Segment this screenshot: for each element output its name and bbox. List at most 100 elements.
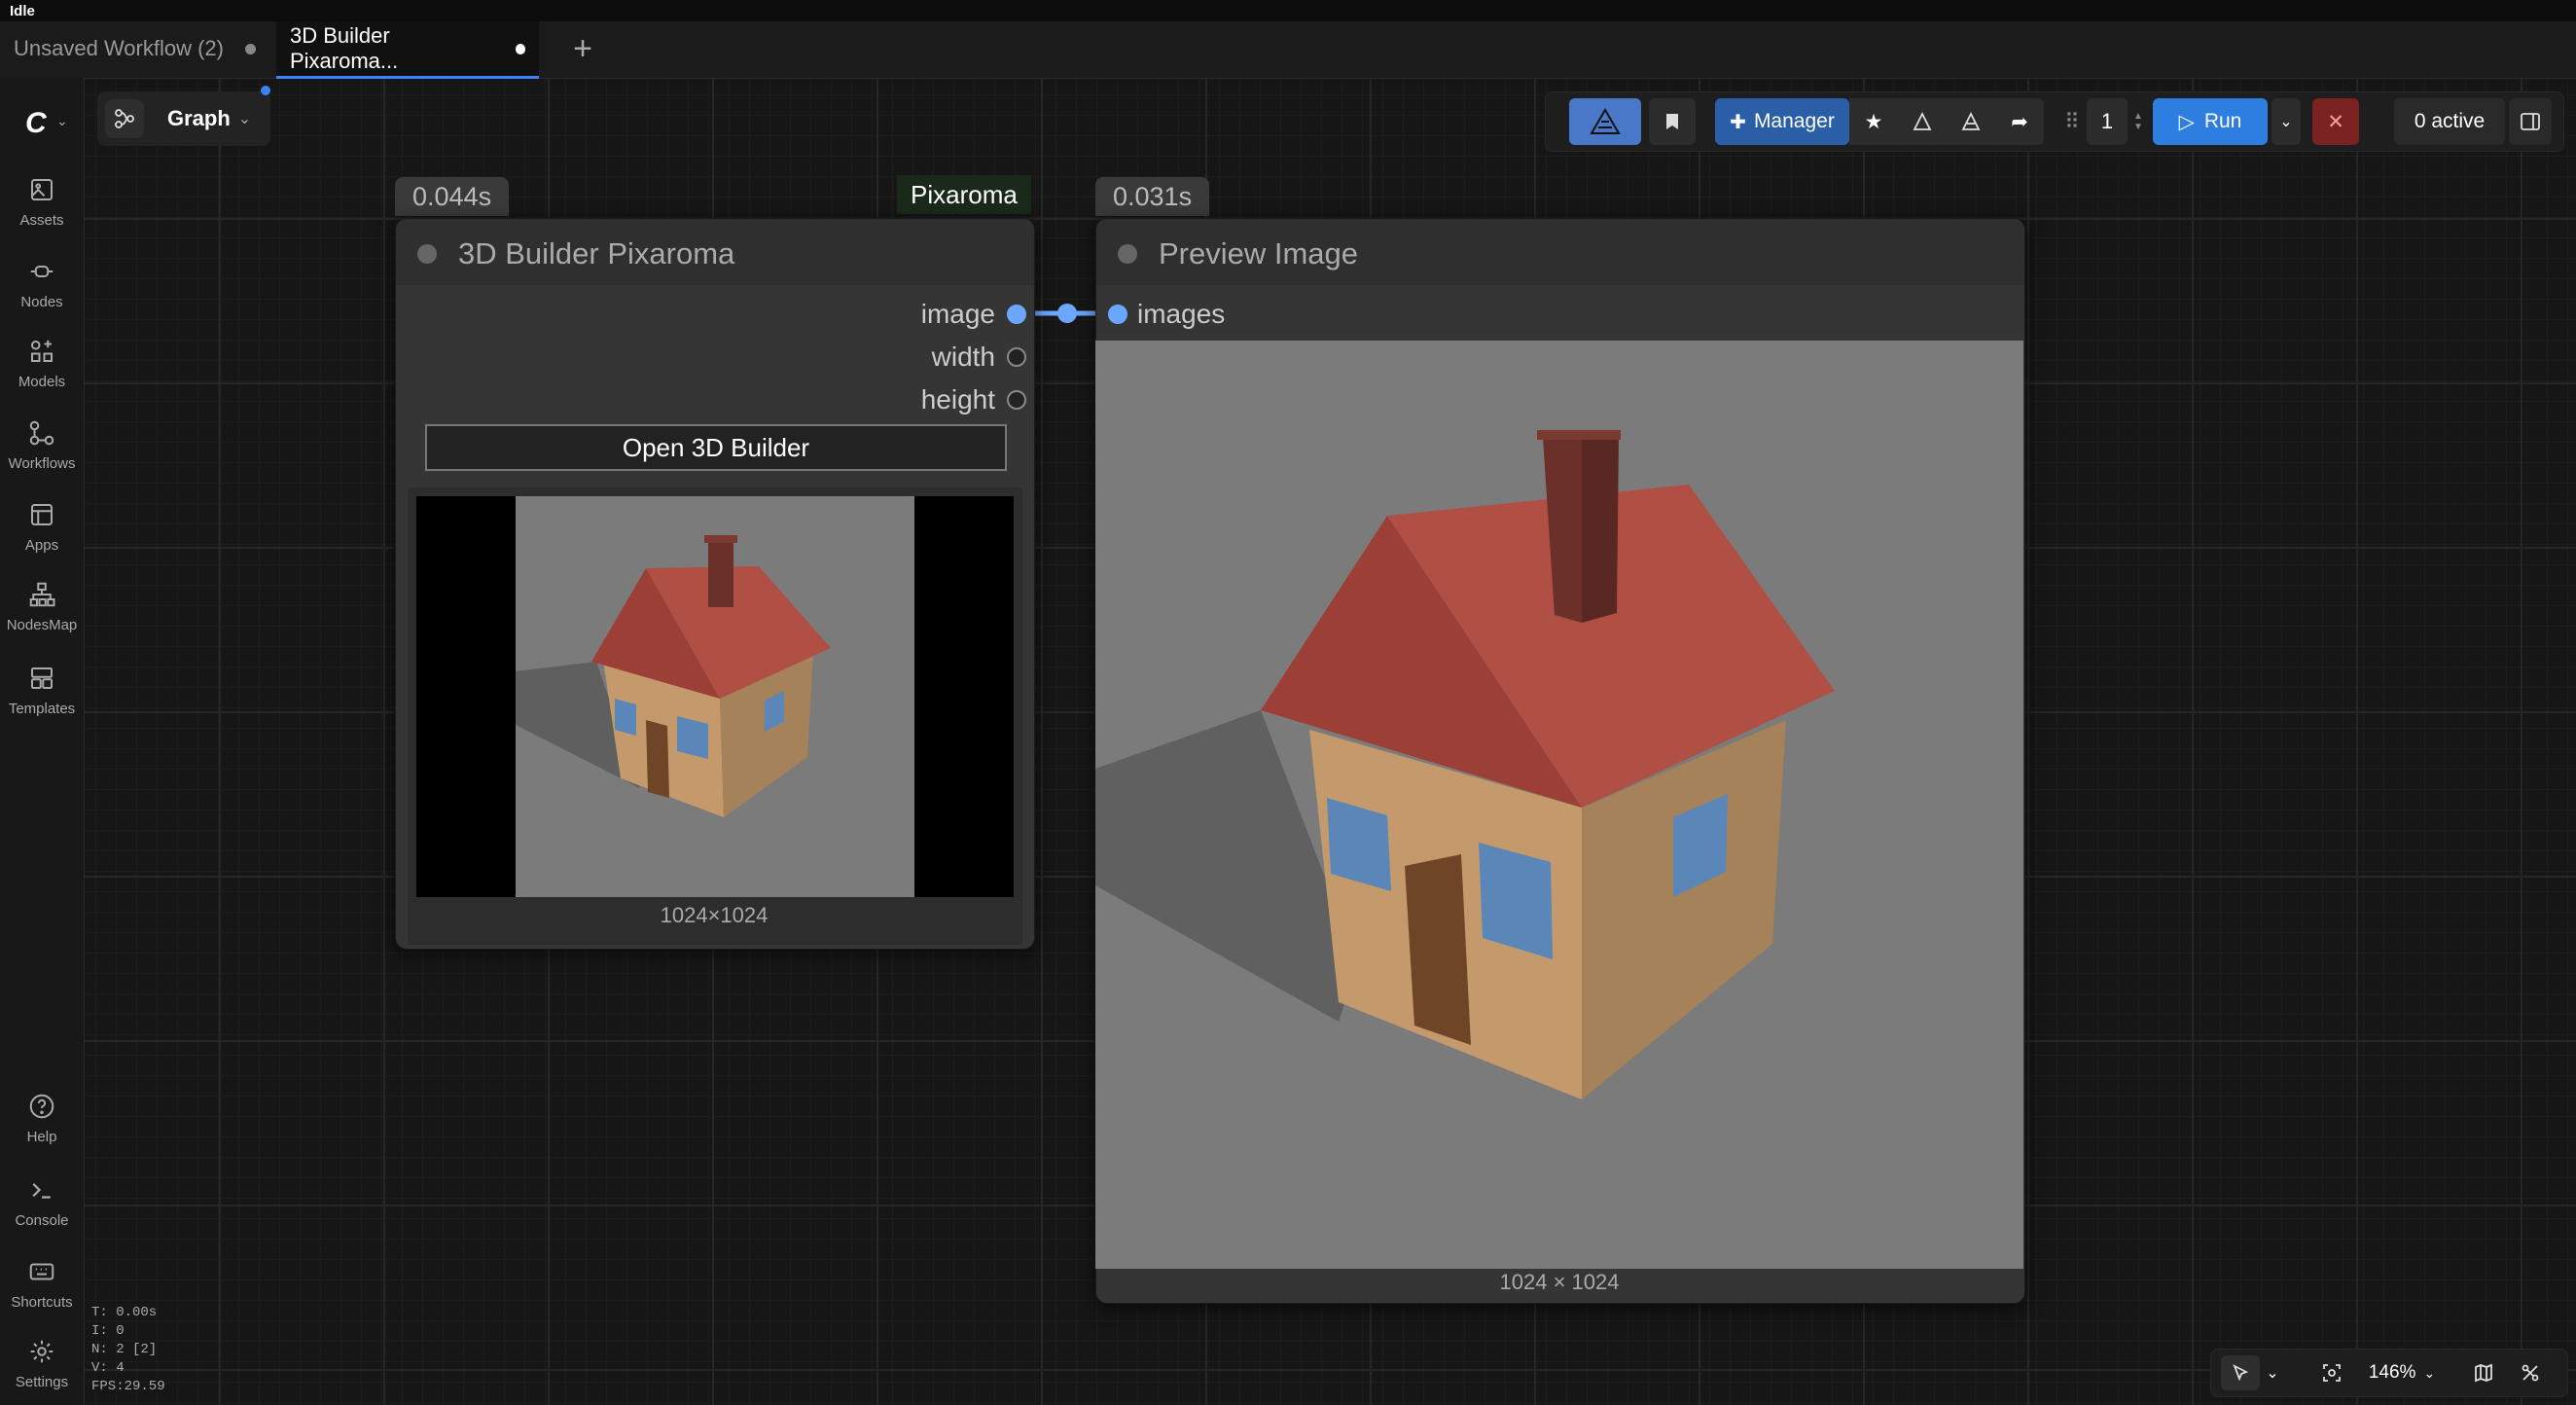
input-connector-images[interactable]	[1108, 305, 1127, 324]
sidebar: C ⌄ Assets Nodes Models Workflows Apps N…	[0, 78, 85, 1405]
group-label[interactable]: Pixaroma	[897, 175, 1031, 214]
sidebar-item-templates[interactable]: Templates	[0, 664, 84, 717]
fit-view-button[interactable]	[2314, 1355, 2349, 1390]
stat-i: I: 0	[91, 1323, 125, 1339]
favorites-button[interactable]: ★	[1849, 98, 1898, 145]
sidebar-item-assets[interactable]: Assets	[0, 175, 84, 229]
chevron-down-icon[interactable]: ▼	[2133, 122, 2143, 132]
sitemap-icon	[29, 582, 55, 607]
close-icon: ✕	[2327, 110, 2344, 133]
minimap-button[interactable]	[2466, 1355, 2501, 1390]
sidebar-item-models[interactable]: Models	[0, 337, 84, 390]
sidebar-item-label: Shortcuts	[11, 1294, 73, 1311]
run-label: Run	[2203, 110, 2242, 132]
select-tool-button[interactable]	[2221, 1355, 2260, 1390]
active-queue-label: 0 active	[2414, 110, 2486, 132]
status-bar: Idle	[0, 0, 2576, 21]
run-button[interactable]: ▷ Run	[2153, 98, 2268, 145]
sidebar-item-shortcuts[interactable]: Shortcuts	[0, 1257, 84, 1311]
batch-stepper[interactable]: ▲ ▼	[2129, 98, 2147, 145]
workflow-icon	[29, 420, 54, 446]
sidebar-item-nodes[interactable]: Nodes	[0, 257, 84, 310]
preview-image-size: 1024 × 1024	[1499, 1270, 1620, 1294]
chevron-down-icon: ⌄	[2279, 114, 2293, 130]
manager-button[interactable]: ✚ Manager	[1715, 98, 1849, 145]
sidebar-item-label: NodesMap	[6, 617, 78, 633]
bookmark-button[interactable]	[1649, 98, 1696, 145]
open-3d-builder-button[interactable]: Open 3D Builder	[425, 424, 1007, 471]
gear-icon	[30, 1340, 54, 1363]
tab-unsaved-workflow[interactable]: Unsaved Workflow (2)	[0, 21, 269, 76]
sidebar-item-workflows[interactable]: Workflows	[0, 418, 84, 472]
stat-v: V: 4	[91, 1360, 125, 1376]
sidebar-item-help[interactable]: Help	[0, 1092, 84, 1145]
pointer-icon	[2233, 1364, 2249, 1382]
new-tab-button[interactable]: +	[564, 31, 601, 68]
run-options-dropdown[interactable]: ⌄	[2272, 98, 2301, 145]
sidebar-item-label: Models	[18, 374, 66, 390]
collapse-dot-icon[interactable]	[1118, 244, 1137, 264]
render-stats: T: 0.00s I: 0 N: 2 [2] V: 4 FPS:29.59	[91, 1304, 165, 1396]
stat-time: T: 0.00s	[91, 1305, 158, 1320]
sidebar-item-apps[interactable]: Apps	[0, 500, 84, 554]
image-icon	[31, 179, 53, 200]
sidebar-item-label: Workflows	[8, 455, 76, 472]
chevron-down-icon: ⌄	[2266, 1365, 2279, 1382]
puzzle-icon: ✚	[1730, 111, 1746, 133]
sidebar-item-console[interactable]: Console	[0, 1175, 84, 1229]
unlink-icon	[2522, 1364, 2539, 1382]
collapse-dot-icon[interactable]	[417, 244, 437, 264]
node-title-bar[interactable]: Preview Image	[1096, 219, 2024, 285]
output-slot-width: width	[931, 342, 995, 372]
unsaved-dot-icon	[515, 43, 525, 54]
panel-right-icon	[2521, 113, 2540, 130]
layout-icon	[31, 504, 53, 525]
tool-dropdown[interactable]: ⌄	[2262, 1355, 2283, 1390]
play-icon: ▷	[2178, 110, 2195, 133]
pixaroma-logo-button[interactable]	[1569, 98, 1641, 145]
sidebar-item-label: Settings	[15, 1374, 69, 1390]
cancel-button[interactable]: ✕	[2312, 98, 2359, 145]
graph-menu-button[interactable]: Graph ⌄	[97, 91, 270, 146]
node-title-bar[interactable]: 3D Builder Pixaroma	[396, 219, 1034, 285]
unsaved-dot-icon	[245, 43, 256, 54]
output-slot-image: image	[920, 299, 995, 329]
drag-handle-icon[interactable]: ⠿	[2061, 98, 2083, 145]
sidebar-item-nodesmap[interactable]: NodesMap	[0, 580, 84, 633]
chevron-down-icon[interactable]: ⌄	[56, 113, 68, 129]
active-queue-button[interactable]: 0 active	[2394, 98, 2505, 145]
node-title: Preview Image	[1159, 236, 1359, 270]
star-icon: ★	[1864, 110, 1883, 133]
link-midpoint[interactable]	[1057, 304, 1077, 323]
chevron-up-icon[interactable]: ▲	[2133, 111, 2143, 122]
terminal-icon	[32, 1182, 51, 1199]
toggle-links-button[interactable]	[2513, 1355, 2548, 1390]
fit-view-icon	[2323, 1364, 2341, 1382]
workflow-tabbar: Unsaved Workflow (2) 3D Builder Pixaroma…	[0, 21, 2576, 79]
model-tool-button-1[interactable]	[1898, 98, 1947, 145]
builder-preview-image	[416, 496, 1014, 897]
model-tool-button-2[interactable]	[1947, 98, 1995, 145]
toggle-panel-button[interactable]	[2509, 98, 2552, 145]
sidebar-item-label: Console	[15, 1212, 69, 1229]
output-connector-width[interactable]	[1007, 347, 1026, 367]
chevron-down-icon: ⌄	[2423, 1364, 2436, 1381]
share-button[interactable]: ➦	[1995, 98, 2044, 145]
batch-count-input[interactable]: 1	[2087, 98, 2128, 145]
notification-dot	[261, 86, 270, 95]
chevron-down-icon: ⌄	[237, 111, 252, 127]
sidebar-item-label: Nodes	[20, 294, 63, 310]
comfy-logo-icon[interactable]: C	[25, 107, 47, 140]
output-slot-height: height	[920, 384, 995, 414]
output-connector-height[interactable]	[1007, 390, 1026, 410]
zoom-level-dropdown[interactable]: 146% ⌄	[2355, 1355, 2449, 1390]
sidebar-item-label: Help	[26, 1129, 57, 1145]
output-connector-image[interactable]	[1007, 305, 1026, 324]
input-slot-images: images	[1137, 299, 1226, 329]
keyboard-icon	[29, 1263, 54, 1280]
node-execution-time: 0.031s	[1095, 177, 1210, 216]
sidebar-item-settings[interactable]: Settings	[0, 1337, 84, 1390]
tab-3d-builder[interactable]: 3D Builder Pixaroma...	[276, 21, 539, 79]
triangle-icon	[1961, 112, 1981, 130]
graph-icon	[105, 99, 144, 138]
